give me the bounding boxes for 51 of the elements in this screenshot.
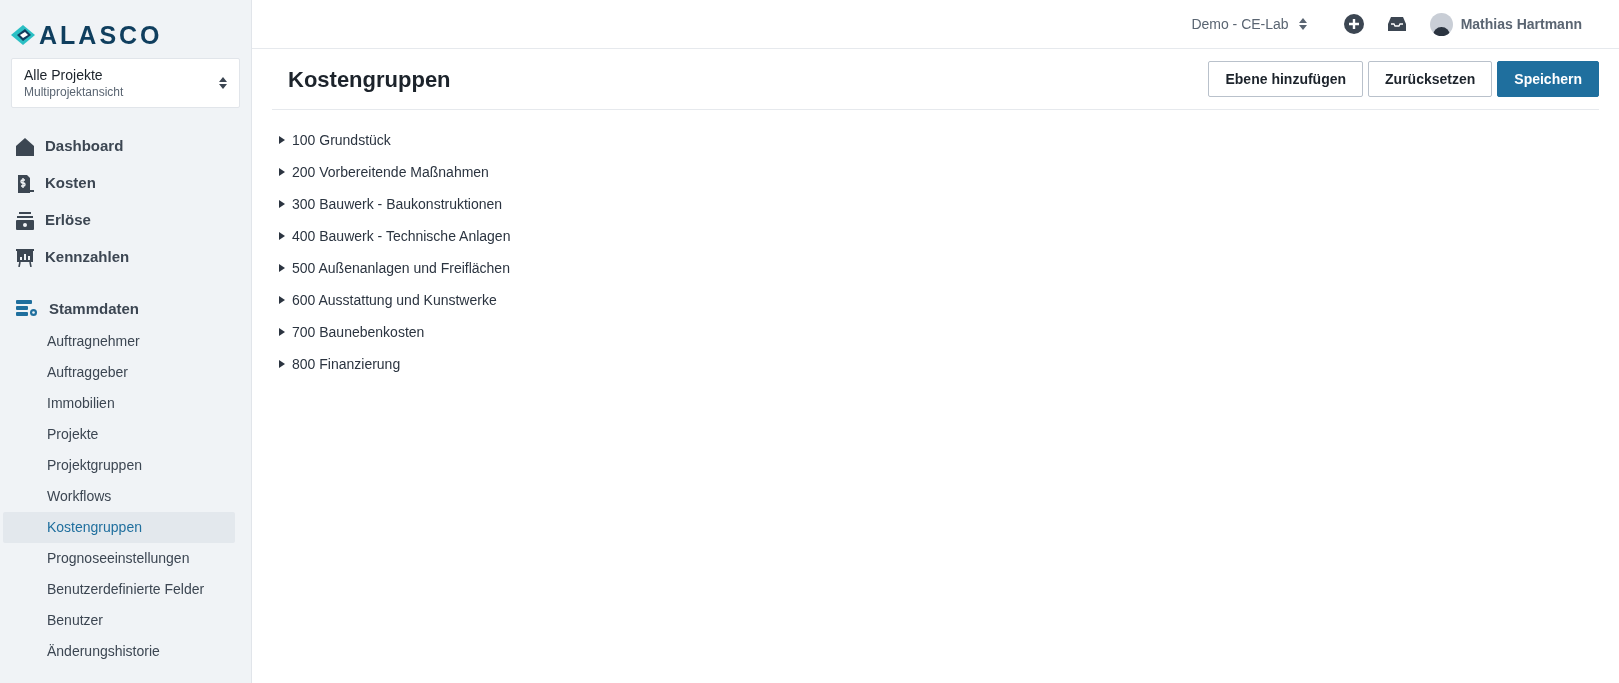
logo-icon	[11, 25, 35, 45]
tree-item[interactable]: 300 Bauwerk - Baukonstruktionen	[292, 193, 503, 215]
presentation-chart-icon	[16, 248, 34, 267]
caret-icon[interactable]	[279, 360, 285, 368]
tree-item[interactable]: 500 Außenanlagen und Freiflächen	[292, 257, 510, 279]
nav-item[interactable]: Erlöse	[45, 209, 91, 232]
add-icon[interactable]	[1343, 14, 1364, 34]
sidebar-subitem[interactable]: Prognoseeinstellungen	[3, 543, 235, 574]
caret-icon[interactable]	[279, 168, 285, 176]
sidebar-subitem[interactable]: Projekte	[3, 419, 235, 450]
cash-register-icon	[16, 211, 34, 230]
sidebar-subitem[interactable]: Änderungshistorie	[3, 636, 235, 667]
sidebar-subitem[interactable]: Auftragnehmer	[3, 326, 235, 357]
sidebar-subitem[interactable]: Auftraggeber	[3, 357, 235, 388]
workspace-selector[interactable]: Demo - CE-Lab	[1191, 13, 1307, 35]
sidebar-subitem[interactable]: Workflows	[3, 481, 235, 512]
tree-item[interactable]: 200 Vorbereitende Maßnahmen	[292, 161, 489, 183]
action-button[interactable]: Ebene hinzufügen	[1208, 61, 1364, 97]
action-button[interactable]: Zurücksetzen	[1368, 61, 1493, 97]
sort-icon	[1298, 18, 1307, 30]
tree-item[interactable]: 700 Baunebenkosten	[292, 321, 425, 343]
logo-text: ALASCO	[39, 22, 163, 48]
caret-icon[interactable]	[279, 296, 285, 304]
table-gear-icon	[16, 300, 38, 318]
nav-item[interactable]: Kosten	[45, 172, 96, 195]
caret-icon[interactable]	[279, 136, 285, 144]
sidebar-subitem[interactable]: Kostengruppen	[3, 512, 235, 543]
sidebar-subitem[interactable]: Immobilien	[3, 388, 235, 419]
save-button[interactable]: Speichern	[1497, 61, 1599, 97]
tree-item[interactable]: 100 Grundstück	[292, 129, 391, 151]
tree-item[interactable]: 400 Bauwerk - Technische Anlagen	[292, 225, 511, 247]
sort-icon	[219, 77, 227, 89]
avatar[interactable]	[1429, 12, 1453, 36]
caret-icon[interactable]	[279, 328, 285, 336]
user-name[interactable]: Mathias Hartmann	[1460, 13, 1582, 35]
nav-item[interactable]: Dashboard	[45, 135, 124, 158]
project-selector[interactable]: Alle Projekte Multiprojektansicht	[11, 58, 240, 108]
nav-item[interactable]: Kennzahlen	[45, 246, 130, 269]
caret-icon[interactable]	[279, 232, 285, 240]
sidebar-subitem[interactable]: Projektgruppen	[3, 450, 235, 481]
caret-icon[interactable]	[279, 264, 285, 272]
tree-item[interactable]: 600 Ausstattung und Kunstwerke	[292, 289, 497, 311]
nav-item[interactable]: Stammdaten	[49, 297, 140, 321]
sidebar-subitem[interactable]: Benutzerdefinierte Felder	[3, 574, 235, 605]
tree-item[interactable]: 800 Finanzierung	[292, 353, 401, 375]
home-icon	[16, 137, 34, 156]
page-title: Kostengruppen	[288, 65, 451, 94]
caret-icon[interactable]	[279, 200, 285, 208]
inbox-icon[interactable]	[1387, 17, 1406, 31]
document-dollar-icon	[16, 174, 34, 193]
sidebar-subitem[interactable]: Benutzer	[3, 605, 235, 636]
